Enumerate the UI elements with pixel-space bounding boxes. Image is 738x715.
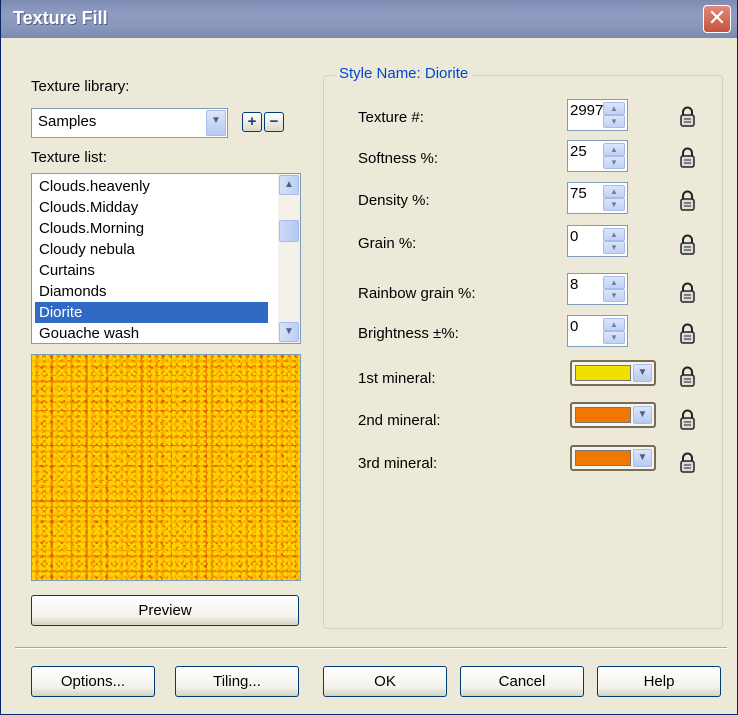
texture-library-label: Texture library: bbox=[31, 78, 130, 95]
title-bar[interactable]: Texture Fill ✕ bbox=[1, 0, 737, 38]
spinner-arrows-icon[interactable]: ▲ ▼ bbox=[603, 318, 625, 344]
texture-library-value: Samples bbox=[38, 113, 97, 130]
density-input[interactable]: 75 ▲ ▼ bbox=[567, 182, 628, 214]
chevron-down-icon[interactable]: ▼ bbox=[279, 322, 299, 342]
mineral-2-color-picker[interactable]: ▼ bbox=[570, 402, 656, 428]
chevron-up-icon[interactable]: ▲ bbox=[279, 175, 299, 195]
list-item[interactable]: Clouds.Midday bbox=[35, 197, 268, 218]
style-name-heading: Style Name: Diorite bbox=[335, 65, 473, 82]
mineral-2-swatch bbox=[575, 407, 631, 423]
mineral-1-label: 1st mineral: bbox=[358, 370, 436, 387]
mineral-2-label: 2nd mineral: bbox=[358, 412, 441, 429]
mineral-1-color-picker[interactable]: ▼ bbox=[570, 360, 656, 386]
spinner-arrows-icon[interactable]: ▲ ▼ bbox=[603, 185, 625, 211]
density-value: 75 bbox=[570, 185, 587, 202]
brightness-value: 0 bbox=[570, 318, 579, 335]
preview-button[interactable]: Preview bbox=[31, 595, 299, 626]
window-title: Texture Fill bbox=[13, 8, 108, 28]
padlock-icon[interactable] bbox=[679, 106, 696, 128]
list-item[interactable]: Cloudy nebula bbox=[35, 239, 268, 260]
texture-library-select[interactable]: Samples ▼ bbox=[31, 108, 228, 138]
list-item[interactable]: Diamonds bbox=[35, 281, 268, 302]
list-item[interactable]: Clouds.heavenly bbox=[35, 176, 268, 197]
texture-list-label: Texture list: bbox=[31, 149, 107, 166]
spinner-arrows-icon[interactable]: ▲ ▼ bbox=[603, 276, 625, 302]
scroll-thumb[interactable] bbox=[279, 220, 299, 242]
density-label: Density %: bbox=[358, 192, 430, 209]
rainbow-grain-label: Rainbow grain %: bbox=[358, 285, 476, 302]
remove-library-button[interactable]: − bbox=[264, 112, 284, 132]
spinner-arrows-icon[interactable]: ▲ ▼ bbox=[603, 143, 625, 169]
padlock-icon[interactable] bbox=[679, 366, 696, 388]
chevron-down-icon[interactable]: ▼ bbox=[206, 110, 226, 136]
mineral-1-swatch bbox=[575, 365, 631, 381]
texture-fill-dialog: Texture Fill ✕ Texture library: Samples … bbox=[0, 0, 738, 715]
brightness-label: Brightness ±%: bbox=[358, 325, 459, 342]
padlock-icon[interactable] bbox=[679, 282, 696, 304]
add-library-button[interactable]: + bbox=[242, 112, 262, 132]
brightness-input[interactable]: 0 ▲ ▼ bbox=[567, 315, 628, 347]
padlock-icon[interactable] bbox=[679, 323, 696, 345]
padlock-icon[interactable] bbox=[679, 190, 696, 212]
padlock-icon[interactable] bbox=[679, 452, 696, 474]
chevron-down-icon[interactable]: ▼ bbox=[633, 449, 652, 467]
divider bbox=[15, 647, 727, 649]
grain-value: 0 bbox=[570, 228, 579, 245]
cancel-button[interactable]: Cancel bbox=[460, 666, 584, 697]
list-scrollbar[interactable]: ▲ ▼ bbox=[278, 174, 300, 343]
mineral-3-label: 3rd mineral: bbox=[358, 455, 438, 472]
padlock-icon[interactable] bbox=[679, 234, 696, 256]
texture-preview-swatch bbox=[31, 354, 301, 581]
softness-value: 25 bbox=[570, 143, 587, 160]
padlock-icon[interactable] bbox=[679, 409, 696, 431]
grain-input[interactable]: 0 ▲ ▼ bbox=[567, 225, 628, 257]
list-item[interactable]: Curtains bbox=[35, 260, 268, 281]
help-button[interactable]: Help bbox=[597, 666, 721, 697]
softness-input[interactable]: 25 ▲ ▼ bbox=[567, 140, 628, 172]
texture-list[interactable]: Clouds.heavenly Clouds.Midday Clouds.Mor… bbox=[31, 173, 301, 344]
list-item[interactable]: Clouds.Morning bbox=[35, 218, 268, 239]
rainbow-grain-value: 8 bbox=[570, 276, 579, 293]
options-button[interactable]: Options... bbox=[31, 666, 155, 697]
mineral-3-swatch bbox=[575, 450, 631, 466]
softness-label: Softness %: bbox=[358, 150, 439, 167]
spinner-arrows-icon[interactable]: ▲ ▼ bbox=[603, 228, 625, 254]
list-item[interactable]: Gouache wash bbox=[35, 323, 268, 343]
tiling-button[interactable]: Tiling... bbox=[175, 666, 299, 697]
chevron-down-icon[interactable]: ▼ bbox=[633, 406, 652, 424]
rainbow-grain-input[interactable]: 8 ▲ ▼ bbox=[567, 273, 628, 305]
close-button[interactable]: ✕ bbox=[703, 5, 731, 33]
texture-number-label: Texture #: bbox=[358, 109, 424, 126]
padlock-icon[interactable] bbox=[679, 147, 696, 169]
texture-number-input[interactable]: 29970 ▲ ▼ bbox=[567, 99, 628, 131]
chevron-down-icon[interactable]: ▼ bbox=[633, 364, 652, 382]
ok-button[interactable]: OK bbox=[323, 666, 447, 697]
spinner-arrows-icon[interactable]: ▲ ▼ bbox=[603, 102, 625, 128]
list-item-selected[interactable]: Diorite bbox=[35, 302, 268, 323]
mineral-3-color-picker[interactable]: ▼ bbox=[570, 445, 656, 471]
grain-label: Grain %: bbox=[358, 235, 417, 252]
